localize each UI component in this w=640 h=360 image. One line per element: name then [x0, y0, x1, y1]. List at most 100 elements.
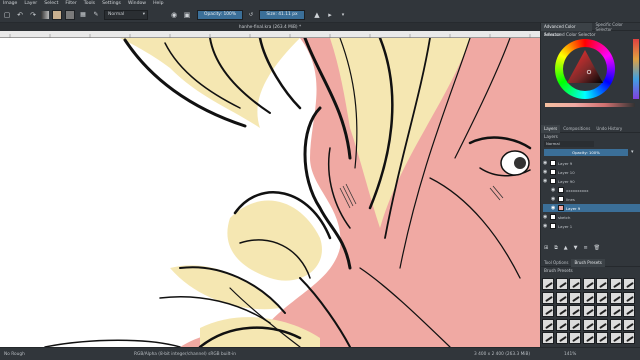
brush-preset[interactable]: [555, 291, 568, 304]
brush-preset[interactable]: [596, 318, 608, 331]
drawing-canvas[interactable]: [0, 38, 540, 347]
visibility-icon[interactable]: ◉: [551, 205, 556, 211]
color-triangle[interactable]: [563, 47, 607, 91]
color-swatch-strip[interactable]: [633, 39, 639, 99]
tab-compositions[interactable]: Compositions: [560, 126, 593, 131]
brush-preset[interactable]: [555, 332, 568, 344]
visibility-icon[interactable]: ◉: [543, 178, 548, 184]
mirror-horizontal-icon[interactable]: ▲: [312, 10, 322, 20]
brush-preset[interactable]: [555, 305, 568, 317]
brush-preset[interactable]: [569, 278, 581, 290]
brush-preset-icon[interactable]: ✎: [91, 10, 101, 20]
background-color-swatch[interactable]: [65, 9, 75, 20]
blend-mode-select[interactable]: Normal ▾: [104, 9, 148, 20]
brush-preset[interactable]: [542, 332, 554, 344]
layer-item[interactable]: ◉ xxxxxxxxxx: [543, 186, 640, 194]
layer-item[interactable]: ◉ sketch: [543, 213, 640, 221]
pattern-icon[interactable]: ▦: [78, 10, 88, 20]
brush-preset[interactable]: [596, 305, 608, 317]
blend-mode-value: Normal: [108, 12, 125, 17]
gradient-icon[interactable]: [41, 10, 49, 19]
brush-preset[interactable]: [569, 318, 581, 331]
layer-item[interactable]: ◉ Layer 1: [543, 222, 640, 230]
layer-item-selected[interactable]: ◉ Layer 9: [543, 204, 640, 212]
redo-icon[interactable]: ↷: [28, 10, 38, 20]
color-history-bar[interactable]: [545, 103, 635, 107]
brush-preset[interactable]: [582, 318, 595, 331]
opacity-slider[interactable]: Opacity: 100%: [197, 9, 243, 20]
layer-item[interactable]: ◉ Layer 90: [543, 177, 640, 185]
brush-preset[interactable]: [609, 332, 622, 344]
brush-preset[interactable]: [609, 305, 622, 317]
visibility-icon[interactable]: ◉: [543, 214, 548, 220]
preserve-alpha-icon[interactable]: ▣: [182, 10, 192, 20]
layer-item[interactable]: ◉ Layer 9: [543, 159, 640, 167]
brush-preset[interactable]: [582, 332, 595, 344]
brush-preset[interactable]: [596, 278, 608, 290]
brush-preset[interactable]: [569, 332, 581, 344]
brush-preset[interactable]: [582, 291, 595, 304]
reset-opacity-icon[interactable]: ↺: [246, 10, 256, 20]
add-layer-icon[interactable]: ⊞: [544, 245, 548, 253]
menu-window[interactable]: Window: [128, 1, 146, 6]
brush-preset[interactable]: [542, 305, 554, 317]
layer-item[interactable]: ◉ lines: [543, 195, 640, 203]
brush-preset[interactable]: [569, 291, 581, 304]
brush-preset[interactable]: [582, 305, 595, 317]
delete-layer-icon[interactable]: 🗑: [594, 245, 600, 253]
tab-undo-history[interactable]: Undo History: [593, 126, 625, 131]
foreground-color-swatch[interactable]: [52, 9, 62, 20]
zoom-level-label[interactable]: 141%: [564, 352, 576, 357]
filter-icon[interactable]: ▾: [631, 149, 634, 155]
tab-brush-presets[interactable]: Brush Presets: [571, 258, 605, 267]
document-tab[interactable]: hanhe-final.kra (263.4 MiB) *: [0, 23, 540, 31]
layer-properties-icon[interactable]: ≡: [584, 245, 588, 253]
brush-preset[interactable]: [542, 278, 554, 290]
visibility-icon[interactable]: ◉: [543, 160, 548, 166]
menu-settings[interactable]: Settings: [102, 1, 121, 6]
menu-tools[interactable]: Tools: [84, 1, 95, 6]
layer-blend-mode-select[interactable]: Normal: [544, 141, 594, 147]
tab-layers[interactable]: Layers: [541, 124, 561, 133]
brush-preset[interactable]: [555, 318, 568, 331]
new-document-icon[interactable]: ▢: [2, 10, 12, 20]
tab-specific-color-selector[interactable]: Specific Color Selector: [592, 22, 640, 32]
brush-preset[interactable]: [623, 318, 635, 331]
brush-preset[interactable]: [569, 305, 581, 317]
move-up-icon[interactable]: ▲: [564, 245, 568, 253]
brush-preset[interactable]: [623, 291, 635, 304]
brush-preset[interactable]: [542, 291, 554, 304]
menu-filter[interactable]: Filter: [65, 1, 76, 6]
brush-preset[interactable]: [609, 291, 622, 304]
menu-select[interactable]: Select: [44, 1, 58, 6]
duplicate-layer-icon[interactable]: ⧉: [554, 245, 558, 253]
brush-preset[interactable]: [609, 278, 622, 290]
menu-layer[interactable]: Layer: [24, 1, 37, 6]
mirror-vertical-icon[interactable]: ▸: [325, 10, 335, 20]
undo-icon[interactable]: ↶: [15, 10, 25, 20]
brush-preset[interactable]: [582, 278, 595, 290]
menu-help[interactable]: Help: [153, 1, 163, 6]
size-slider[interactable]: Size: 41.11 px: [259, 9, 305, 20]
visibility-icon[interactable]: ◉: [551, 187, 556, 193]
visibility-icon[interactable]: ◉: [551, 196, 556, 202]
brush-preset[interactable]: [596, 291, 608, 304]
chevron-down-icon[interactable]: ▾: [338, 10, 348, 20]
brush-preset[interactable]: [609, 318, 622, 331]
menu-image[interactable]: Image: [3, 1, 17, 6]
eraser-mode-icon[interactable]: ◉: [169, 10, 179, 20]
brush-preset[interactable]: [542, 318, 554, 331]
layer-opacity-slider[interactable]: Opacity: 100%: [544, 149, 628, 156]
brush-preset[interactable]: [623, 332, 635, 344]
visibility-icon[interactable]: ◉: [543, 223, 548, 229]
tab-advanced-color-selector[interactable]: Advanced Color Selector: [541, 22, 593, 37]
brush-preset[interactable]: [555, 278, 568, 290]
tab-tool-options[interactable]: Tool Options: [541, 260, 571, 265]
brush-preset[interactable]: [623, 305, 635, 317]
brush-preset[interactable]: [596, 332, 608, 344]
layer-item[interactable]: ◉ Layer 10: [543, 168, 640, 176]
move-down-icon[interactable]: ▼: [574, 245, 578, 253]
brush-preset[interactable]: [623, 278, 635, 290]
visibility-icon[interactable]: ◉: [543, 169, 548, 175]
ruler-ticks: [9, 34, 531, 38]
